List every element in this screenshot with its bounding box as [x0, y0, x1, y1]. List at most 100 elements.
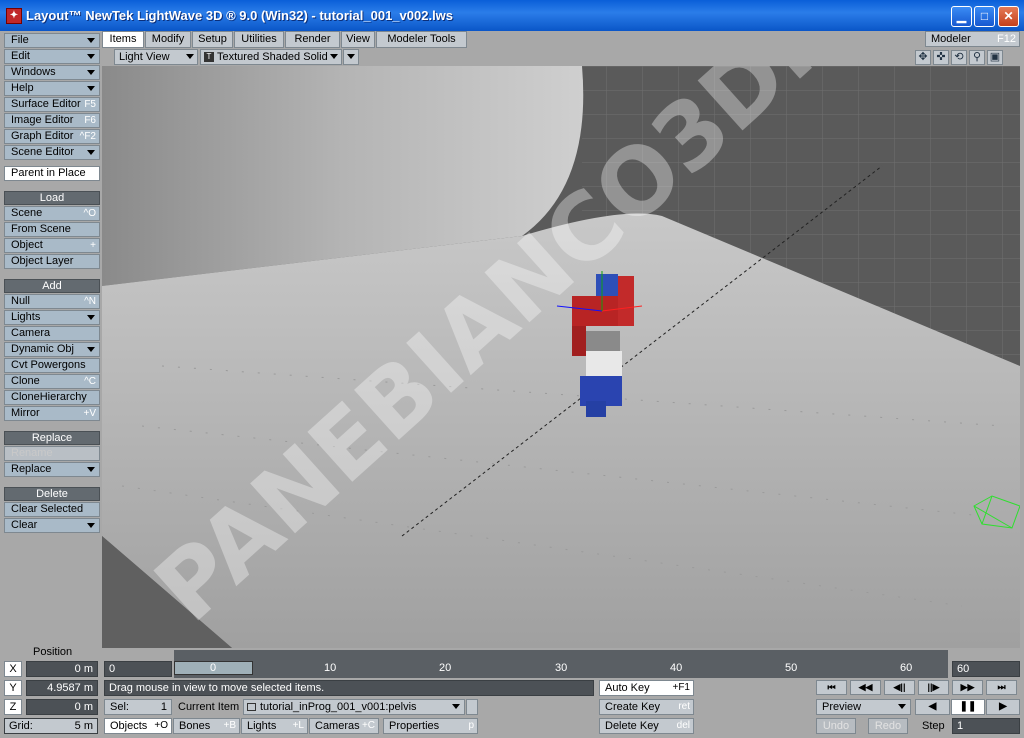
start-frame-field[interactable]: 0 [104, 661, 172, 677]
help-menu[interactable]: Help [4, 81, 100, 96]
replace-button[interactable]: Replace [4, 462, 100, 477]
load-object-label: Object [11, 239, 43, 251]
play-reverse-icon[interactable]: ◀ [915, 699, 950, 715]
chevron-down-icon [452, 704, 460, 709]
shading-mode-select[interactable]: T Textured Shaded Solid [200, 49, 342, 65]
load-scene-button[interactable]: Scene ^O [4, 206, 100, 221]
undo-button[interactable]: Undo [816, 718, 856, 734]
timeline-slider[interactable]: 0 10 20 30 40 50 60 [174, 650, 948, 678]
clear-button[interactable]: Clear [4, 518, 100, 533]
add-null-button[interactable]: Null ^N [4, 294, 100, 309]
y-axis-toggle[interactable]: Y [4, 680, 22, 696]
add-lights-button[interactable]: Lights [4, 310, 100, 325]
tab-render[interactable]: Render [285, 31, 340, 48]
play-forward-icon[interactable]: ▶ [986, 699, 1020, 715]
lights-mode-button[interactable]: Lights +L [241, 718, 308, 734]
surface-editor-button[interactable]: Surface Editor F5 [4, 97, 100, 112]
auto-key-label: Auto Key [605, 682, 650, 694]
mirror-button[interactable]: Mirror +V [4, 406, 100, 421]
edit-menu[interactable]: Edit [4, 49, 100, 64]
tab-view[interactable]: View [341, 31, 375, 48]
chevron-down-icon [87, 38, 95, 43]
title-bar: ✦ Layout™ NewTek LightWave 3D ® 9.0 (Win… [0, 0, 1024, 31]
tab-setup[interactable]: Setup [192, 31, 233, 48]
properties-button[interactable]: Properties p [383, 718, 478, 734]
windows-menu[interactable]: Windows [4, 65, 100, 80]
modeler-button[interactable]: Modeler F12 [925, 31, 1020, 47]
rename-label: Rename [11, 447, 53, 459]
clear-selected-button[interactable]: Clear Selected [4, 502, 100, 517]
next-frame-icon[interactable]: ||▶ [918, 680, 949, 695]
next-key-icon[interactable]: ▶▶ [952, 680, 983, 695]
add-dynamic-obj-button[interactable]: Dynamic Obj [4, 342, 100, 357]
x-axis-toggle[interactable]: X [4, 661, 22, 677]
shortcut-label: +B [223, 720, 236, 731]
maximize-icon[interactable]: □ [974, 6, 995, 27]
z-position-field[interactable]: 0 m [26, 699, 98, 715]
redo-button[interactable]: Redo [868, 718, 908, 734]
zoom-view-icon[interactable]: ⟲ [951, 50, 967, 65]
auto-key-toggle[interactable]: Auto Key +F1 [599, 680, 694, 696]
load-object-layer-button[interactable]: Object Layer [4, 254, 100, 269]
rename-button[interactable]: Rename [4, 446, 100, 461]
delete-section-header: Delete [4, 487, 100, 501]
add-camera-button[interactable]: Camera [4, 326, 100, 341]
objects-mode-button[interactable]: Objects +O [104, 718, 172, 734]
preview-menu[interactable]: Preview [816, 699, 911, 715]
current-item-select[interactable]: tutorial_inProg_001_v001:pelvis [243, 699, 465, 715]
tab-modify[interactable]: Modify [145, 31, 191, 48]
cvt-powergons-button[interactable]: Cvt Powergons [4, 358, 100, 373]
delete-key-button[interactable]: Delete Key del [599, 718, 694, 734]
graph-editor-button[interactable]: Graph Editor ^F2 [4, 129, 100, 144]
cameras-mode-button[interactable]: Cameras +C [309, 718, 379, 734]
shortcut-label: +F1 [672, 682, 690, 693]
chevron-down-icon [87, 523, 95, 528]
3d-viewport[interactable]: PANEBIANCO3D.COM [102, 66, 1020, 648]
shortcut-label: ^N [84, 296, 96, 307]
lights-mode-label: Lights [247, 720, 277, 732]
y-position-field[interactable]: 4.9587 m [26, 680, 98, 696]
preview-label: Preview [822, 701, 862, 713]
file-menu[interactable]: File [4, 33, 100, 48]
load-from-scene-button[interactable]: From Scene [4, 222, 100, 237]
scene-editor-button[interactable]: Scene Editor [4, 145, 100, 160]
shading-mode-label: Textured Shaded Solid [217, 51, 328, 63]
view-mode-select[interactable]: Light View [114, 49, 198, 65]
step-field[interactable]: 1 [952, 718, 1020, 734]
bones-mode-button[interactable]: Bones +B [173, 718, 240, 734]
grid-size[interactable]: Grid: 5 m [4, 718, 98, 734]
surface-editor-label: Surface Editor [11, 98, 81, 110]
z-axis-toggle[interactable]: Z [4, 699, 22, 715]
pause-icon[interactable]: ❚❚ [951, 699, 985, 715]
close-icon[interactable]: ✕ [998, 6, 1019, 27]
image-editor-button[interactable]: Image Editor F6 [4, 113, 100, 128]
clone-button[interactable]: Clone ^C [4, 374, 100, 389]
previous-key-icon[interactable]: ◀◀ [850, 680, 881, 695]
cameras-label: Cameras [315, 720, 360, 732]
first-frame-icon[interactable]: ⏮ [816, 680, 847, 695]
chevron-down-icon [898, 704, 906, 709]
previous-frame-icon[interactable]: ◀|| [884, 680, 915, 695]
minimize-icon[interactable]: ▁ [951, 6, 972, 27]
x-position-field[interactable]: 0 m [26, 661, 98, 677]
viewport-options-button[interactable] [343, 49, 359, 65]
scene-render: PANEBIANCO3D.COM [102, 66, 1020, 648]
shortcut-label: ^C [84, 376, 96, 387]
item-bind-button[interactable] [466, 699, 478, 715]
last-frame-icon[interactable]: ⏭ [986, 680, 1017, 695]
sel-value: 1 [160, 701, 167, 713]
tab-modeler-tools[interactable]: Modeler Tools [376, 31, 467, 48]
tab-items[interactable]: Items [102, 31, 144, 48]
maximize-viewport-icon[interactable]: ▣ [987, 50, 1003, 65]
shortcut-label: F6 [84, 115, 96, 126]
end-frame-field[interactable]: 60 [952, 661, 1020, 677]
load-object-button[interactable]: Object + [4, 238, 100, 253]
move-view-icon[interactable]: ✥ [915, 50, 931, 65]
rotate-view-icon[interactable]: ✜ [933, 50, 949, 65]
clone-hierarchy-button[interactable]: CloneHierarchy [4, 390, 100, 405]
create-key-button[interactable]: Create Key ret [599, 699, 694, 715]
tab-utilities[interactable]: Utilities [234, 31, 284, 48]
magnify-icon[interactable]: ⚲ [969, 50, 985, 65]
replace-section-header: Replace [4, 431, 100, 445]
parent-in-place-toggle[interactable]: Parent in Place [4, 166, 100, 181]
